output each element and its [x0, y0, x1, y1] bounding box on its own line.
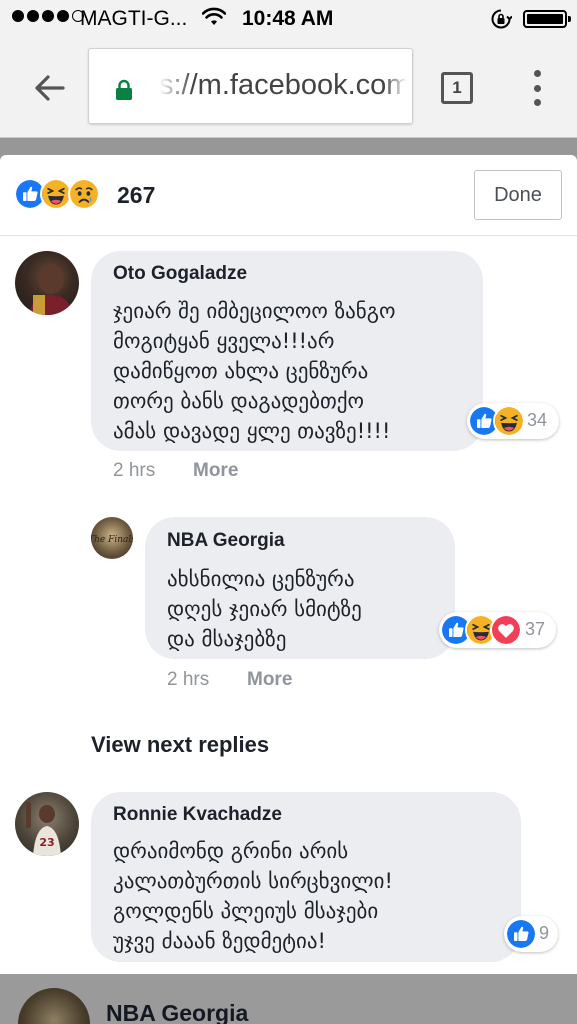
- svg-text:The Finals: The Finals: [91, 535, 133, 545]
- secure-lock-icon: [116, 79, 132, 100]
- comment-text: ახსნილია ცენზურა დღეს ჯეიარ სმიტზე და მს…: [167, 567, 362, 651]
- clock: 10:48 AM: [242, 7, 334, 30]
- post-author: NBA Georgia: [106, 1000, 249, 1024]
- done-button[interactable]: Done: [474, 170, 562, 220]
- reaction-count: 34: [527, 410, 548, 430]
- avatar: [18, 988, 90, 1024]
- overflow-menu-button[interactable]: [527, 70, 547, 106]
- browser-toolbar: s://m.facebook.com 1: [0, 38, 577, 138]
- comment-author[interactable]: Ronnie Kvachadze: [113, 804, 282, 826]
- status-bar: MAGTI-G... 10:48 AM: [0, 0, 577, 38]
- view-next-replies-link[interactable]: View next replies: [91, 732, 269, 758]
- avatar[interactable]: 23: [15, 792, 79, 856]
- back-button[interactable]: [30, 68, 70, 108]
- total-reactions-count[interactable]: 267: [117, 182, 155, 209]
- love-icon: [490, 614, 522, 646]
- comment-reactions[interactable]: 34: [467, 403, 559, 439]
- reactions-comments-panel: 267 Done Oto Gogaladze ჯეიარ შე იმბეცილო…: [0, 155, 577, 974]
- haha-icon: [493, 405, 525, 437]
- reaction-count: 37: [525, 619, 546, 639]
- svg-text:23: 23: [39, 836, 54, 849]
- comment-text: დრაიმონდ გრინი არის კალათბურთის სირცხვილ…: [113, 839, 393, 953]
- more-button[interactable]: More: [193, 460, 238, 482]
- comment-reactions[interactable]: 9: [504, 916, 558, 952]
- tab-switcher-button[interactable]: 1: [441, 72, 473, 104]
- avatar[interactable]: The Finals: [91, 517, 133, 559]
- signal-strength-icon: [12, 10, 84, 22]
- comment-author[interactable]: NBA Georgia: [167, 530, 285, 552]
- rotation-lock-icon: [491, 9, 512, 29]
- page-behind-overlay: NBA Georgia: [0, 974, 577, 1024]
- avatar[interactable]: [15, 251, 79, 315]
- back-arrow-icon: [35, 75, 65, 101]
- battery-icon: [523, 10, 571, 28]
- comment-time[interactable]: 2 hrs: [113, 460, 155, 482]
- reactions-header: 267 Done: [0, 155, 577, 236]
- comment-time[interactable]: 2 hrs: [167, 669, 209, 691]
- like-icon: [505, 918, 537, 950]
- comment-reactions[interactable]: 37: [439, 612, 556, 648]
- page-overlay: [0, 138, 577, 155]
- more-button[interactable]: More: [247, 669, 292, 691]
- url-text: s://m.facebook.com: [159, 69, 411, 101]
- carrier-name: MAGTI-G...: [80, 7, 188, 30]
- wifi-icon: [202, 7, 226, 25]
- sad-icon: [68, 178, 100, 210]
- reaction-icons[interactable]: [14, 178, 106, 210]
- comment-text: ჯეიარ შე იმბეცილოო ზანგო მოგიტყან ყველა!…: [113, 299, 396, 443]
- reaction-count: 9: [539, 923, 550, 943]
- address-bar[interactable]: s://m.facebook.com: [88, 48, 413, 124]
- comment-author[interactable]: Oto Gogaladze: [113, 263, 247, 285]
